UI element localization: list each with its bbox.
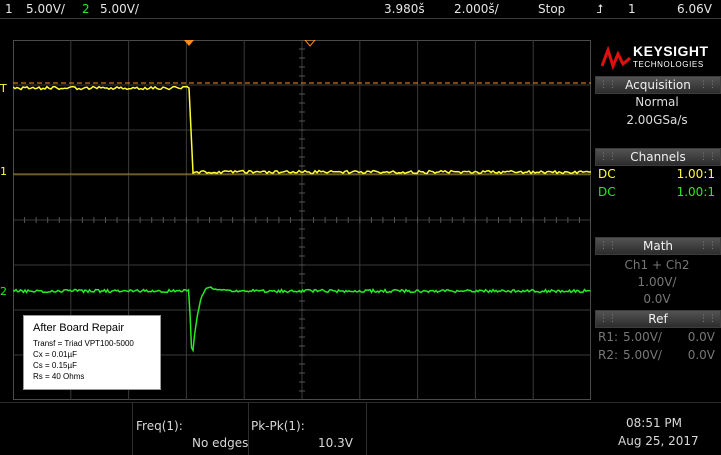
- grip-icon: ⋮⋮: [599, 238, 617, 254]
- grip-icon: ⋮⋮: [699, 311, 717, 327]
- ch1-number[interactable]: 1: [5, 0, 13, 18]
- math-function[interactable]: Ch1 + Ch2: [595, 258, 719, 272]
- keysight-wave-icon: [601, 46, 631, 70]
- acquisition-header[interactable]: ⋮⋮ Acquisition ⋮⋮: [595, 76, 721, 94]
- divider: [132, 403, 133, 455]
- channels-header[interactable]: ⋮⋮ Channels ⋮⋮: [595, 148, 721, 166]
- logo-sub: TECHNOLOGIES: [633, 60, 704, 69]
- grip-icon: ⋮⋮: [599, 77, 617, 93]
- channels-header-label: Channels: [630, 150, 686, 164]
- annotation-line: Cs = 0.15µF: [33, 361, 77, 370]
- timebase-scale[interactable]: 2.000š/: [454, 0, 499, 18]
- ch2-ground-marker[interactable]: 2: [0, 285, 13, 299]
- grip-icon: ⋮⋮: [599, 311, 617, 327]
- math-header-label: Math: [643, 239, 673, 253]
- pkpk-label[interactable]: Pk-Pk(1):: [251, 419, 305, 433]
- ref2-scale: 5.00V/: [623, 348, 662, 362]
- trigger-position-marker: [184, 40, 194, 46]
- ch1-ground-marker[interactable]: 1: [0, 165, 13, 179]
- grip-icon: ⋮⋮: [699, 238, 717, 254]
- annotation-line: Rs = 40 Ohms: [33, 372, 84, 381]
- clock-date: Aug 25, 2017: [618, 434, 699, 448]
- acquisition-mode[interactable]: Normal: [595, 95, 719, 109]
- trigger-level-marker[interactable]: T: [0, 82, 13, 96]
- run-state[interactable]: Stop: [538, 0, 565, 18]
- ref1-label[interactable]: R1:: [598, 330, 618, 344]
- pkpk-value: 10.3V: [318, 436, 353, 450]
- ch2-coupling[interactable]: DC: [598, 185, 616, 199]
- ref-header-label: Ref: [648, 312, 667, 326]
- horizontal-delay[interactable]: 3.980š: [384, 0, 425, 18]
- annotation-line: Transf = Triad VPT100-5000: [33, 339, 134, 348]
- ch1-coupling[interactable]: DC: [598, 167, 616, 181]
- trigger-edge-icon: ⮥: [596, 0, 603, 18]
- grip-icon: ⋮⋮: [699, 149, 717, 165]
- freq-value: No edges: [192, 436, 248, 450]
- annotation-title: After Board Repair: [33, 322, 124, 334]
- grip-icon: ⋮⋮: [599, 149, 617, 165]
- divider: [366, 403, 367, 455]
- grip-icon: ⋮⋮: [699, 77, 717, 93]
- ch2-number[interactable]: 2: [82, 0, 90, 18]
- ch1-scale[interactable]: 5.00V/: [26, 0, 65, 18]
- math-header[interactable]: ⋮⋮ Math ⋮⋮: [595, 237, 721, 255]
- measurement-bar: Freq(1): No edges Pk-Pk(1): 10.3V 08:51 …: [0, 402, 721, 455]
- clock-time: 08:51 PM: [626, 416, 682, 430]
- ref-header[interactable]: ⋮⋮ Ref ⋮⋮: [595, 310, 721, 328]
- acquisition-header-label: Acquisition: [625, 78, 691, 92]
- ref2-offset: 0.0V: [688, 348, 715, 362]
- annotation-line: Cx = 0.01µF: [33, 350, 77, 359]
- ch2-scale[interactable]: 5.00V/: [100, 0, 139, 18]
- status-bar: 1 5.00V/ 2 5.00V/ 3.980š 2.000š/ Stop ⮥ …: [0, 0, 721, 19]
- sample-rate: 2.00GSa/s: [595, 113, 719, 127]
- ref2-label[interactable]: R2:: [598, 348, 618, 362]
- math-offset: 0.0V: [595, 292, 719, 306]
- ch2-probe[interactable]: 1.00:1: [677, 185, 715, 199]
- keysight-logo: KEYSIGHT TECHNOLOGIES: [599, 42, 717, 72]
- trigger-level[interactable]: 6.06V: [677, 0, 712, 18]
- freq-label[interactable]: Freq(1):: [136, 419, 183, 433]
- ref1-offset: 0.0V: [688, 330, 715, 344]
- side-panel: KEYSIGHT TECHNOLOGIES ⋮⋮ Acquisition ⋮⋮ …: [595, 40, 721, 400]
- ch1-probe[interactable]: 1.00:1: [677, 167, 715, 181]
- annotation-box: After Board Repair Transf = Triad VPT100…: [23, 315, 161, 390]
- math-scale: 1.00V/: [595, 275, 719, 289]
- logo-brand: KEYSIGHT: [633, 43, 709, 59]
- trigger-source[interactable]: 1: [628, 0, 636, 18]
- ref1-scale: 5.00V/: [623, 330, 662, 344]
